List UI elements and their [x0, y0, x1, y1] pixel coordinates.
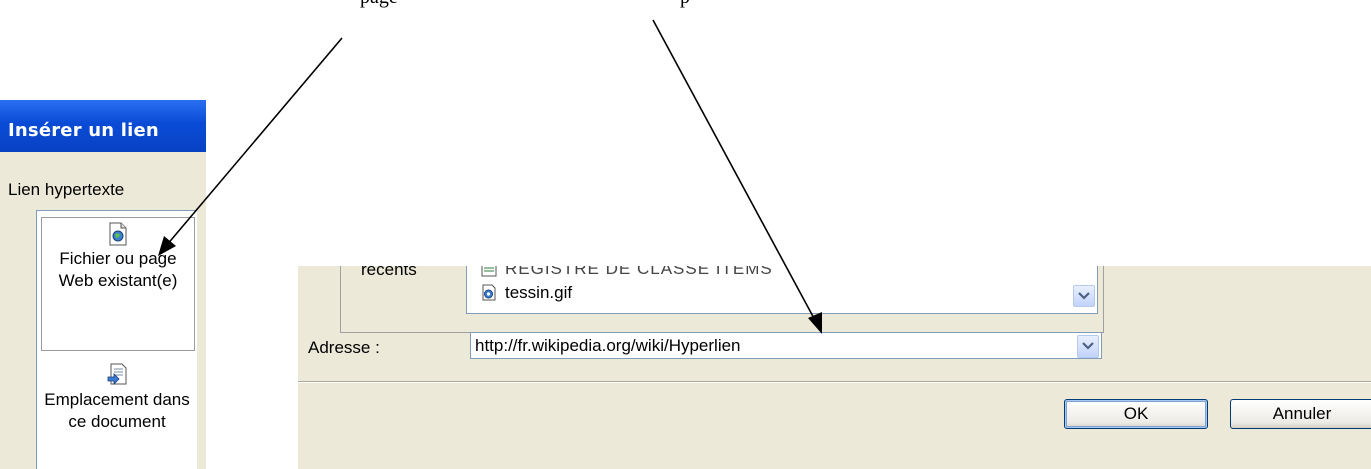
arrowhead-icon — [808, 312, 822, 334]
arrowhead-icon — [158, 236, 176, 256]
annotation-arrow-left — [165, 37, 343, 247]
annotation-arrows — [158, 19, 822, 334]
annotation-arrow-right — [652, 19, 817, 323]
